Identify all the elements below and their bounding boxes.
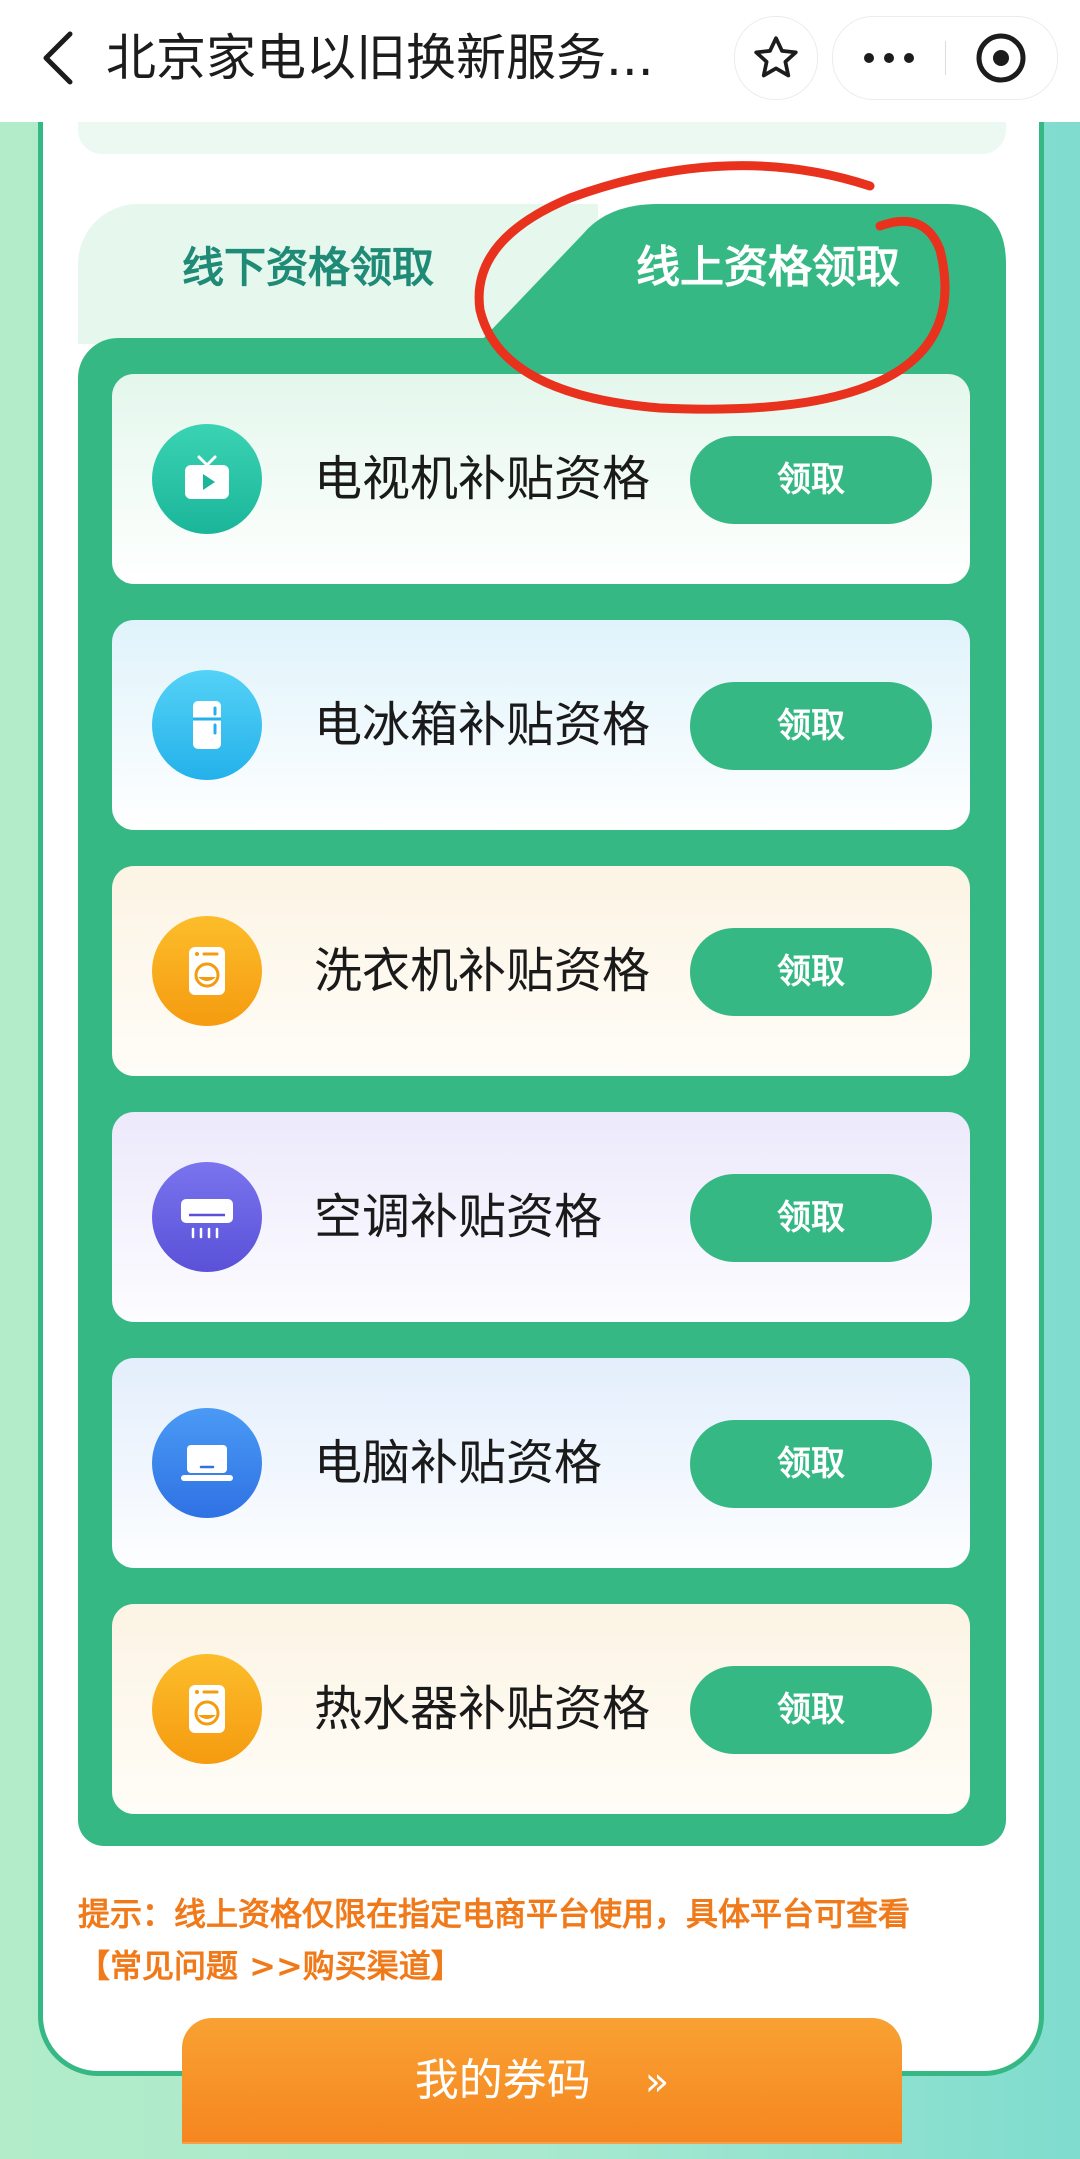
item-label: 电冰箱补贴资格: [314, 697, 651, 753]
claim-button-tv[interactable]: 领取: [690, 436, 932, 524]
qualification-tabs: 线下资格领取 线上资格领取: [78, 204, 1006, 344]
more-dots-icon: [864, 53, 874, 63]
more-button[interactable]: [833, 17, 945, 99]
claim-button-water-heater[interactable]: 领取: [690, 1666, 932, 1754]
washing-machine-icon: [152, 916, 262, 1026]
list-item-laptop: 电脑补贴资格 领取: [112, 1358, 970, 1568]
claim-button-laptop[interactable]: 领取: [690, 1420, 932, 1508]
tv-icon: [152, 424, 262, 534]
claim-button-washing-machine[interactable]: 领取: [690, 928, 932, 1016]
my-coupon-code-label: 我的券码: [414, 2055, 591, 2106]
double-chevron-right-icon: »: [644, 2059, 670, 2105]
close-mini-program-button[interactable]: [945, 17, 1057, 99]
target-close-icon: [976, 33, 1026, 83]
list-item-tv: 电视机补贴资格 领取: [112, 374, 970, 584]
item-label: 空调补贴资格: [314, 1189, 603, 1245]
claim-button-air-conditioner[interactable]: 领取: [690, 1174, 932, 1262]
fridge-icon: [152, 670, 262, 780]
favorite-button[interactable]: [734, 16, 818, 100]
laptop-icon: [152, 1408, 262, 1518]
my-coupon-code-button[interactable]: 我的券码 »: [182, 2018, 902, 2144]
page-title: 北京家电以旧换新服务...: [106, 29, 654, 87]
mini-program-capsule: [832, 16, 1058, 100]
back-button[interactable]: [28, 26, 88, 90]
tip-text: 提示：线上资格仅限在指定电商平台使用，具体平台可查看 【常见问题 >>购买渠道】: [78, 1888, 998, 1992]
item-label: 洗衣机补贴资格: [314, 943, 651, 999]
star-icon: [754, 36, 798, 78]
chevron-left-icon: [43, 31, 73, 85]
item-label: 热水器补贴资格: [314, 1681, 651, 1737]
list-item-washing-machine: 洗衣机补贴资格 领取: [112, 866, 970, 1076]
water-heater-icon: [152, 1654, 262, 1764]
item-label: 电视机补贴资格: [314, 451, 651, 507]
item-label: 电脑补贴资格: [314, 1435, 603, 1491]
tab-offline-qualification[interactable]: 线下资格领取: [78, 238, 538, 298]
tip-faq-link[interactable]: 【常见问题 >>购买渠道】: [78, 1940, 998, 1992]
list-item-water-heater: 热水器补贴资格 领取: [112, 1604, 970, 1814]
list-item-fridge: 电冰箱补贴资格 领取: [112, 620, 970, 830]
tip-line-1: 提示：线上资格仅限在指定电商平台使用，具体平台可查看: [78, 1895, 911, 1933]
air-conditioner-icon: [152, 1162, 262, 1272]
top-navigation-bar: 北京家电以旧换新服务...: [0, 0, 1080, 122]
claim-button-fridge[interactable]: 领取: [690, 682, 932, 770]
list-item-air-conditioner: 空调补贴资格 领取: [112, 1112, 970, 1322]
tab-online-qualification[interactable]: 线上资格领取: [578, 238, 958, 298]
